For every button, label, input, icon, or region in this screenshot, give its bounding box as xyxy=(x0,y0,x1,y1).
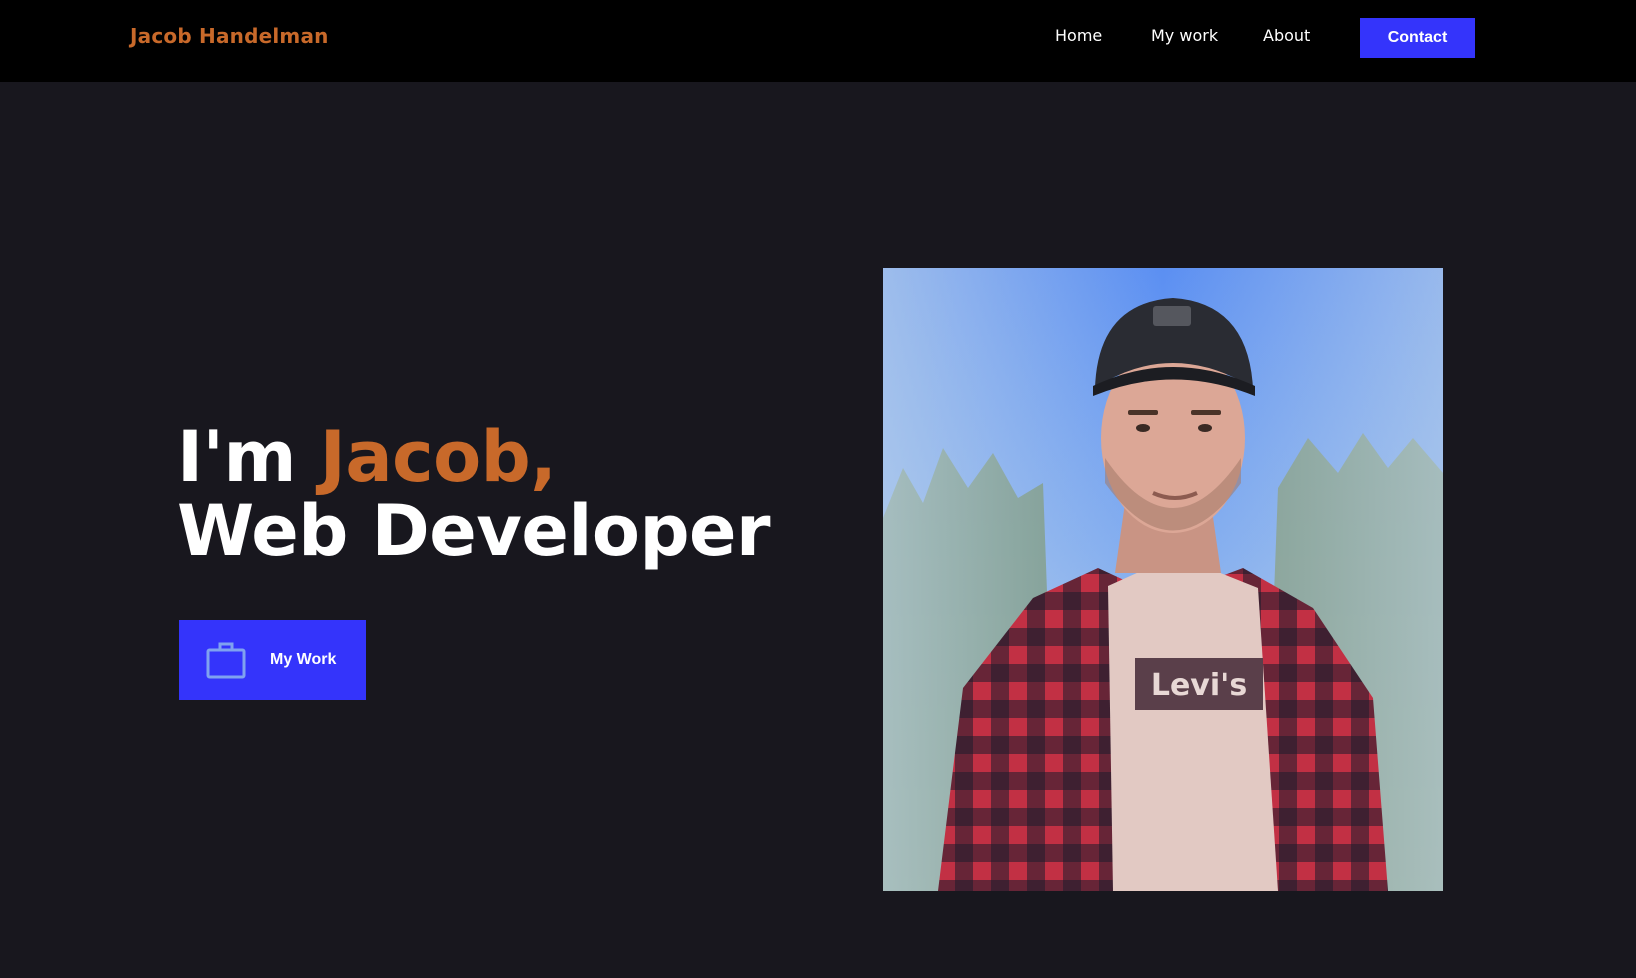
hero-role: Web Developer xyxy=(177,490,771,572)
brand-name[interactable]: Jacob Handelman xyxy=(130,24,329,48)
contact-button[interactable]: Contact xyxy=(1360,18,1475,58)
profile-photo: Levi's xyxy=(883,268,1443,891)
my-work-button-label: My Work xyxy=(270,651,337,668)
my-work-button[interactable]: My Work xyxy=(179,620,366,700)
hero-greeting: I'm xyxy=(177,416,320,498)
nav-link-home[interactable]: Home xyxy=(1055,26,1102,45)
top-nav-bar: Jacob Handelman Home My work About Conta… xyxy=(0,0,1636,82)
hero-name: Jacob, xyxy=(319,416,557,498)
briefcase-icon xyxy=(206,642,246,679)
nav-link-my-work[interactable]: My work xyxy=(1151,26,1218,45)
hero-heading: I'm Jacob, Web Developer xyxy=(177,420,771,568)
shirt-logo-text: Levi's xyxy=(1151,668,1247,703)
nav-link-about[interactable]: About xyxy=(1263,26,1310,45)
